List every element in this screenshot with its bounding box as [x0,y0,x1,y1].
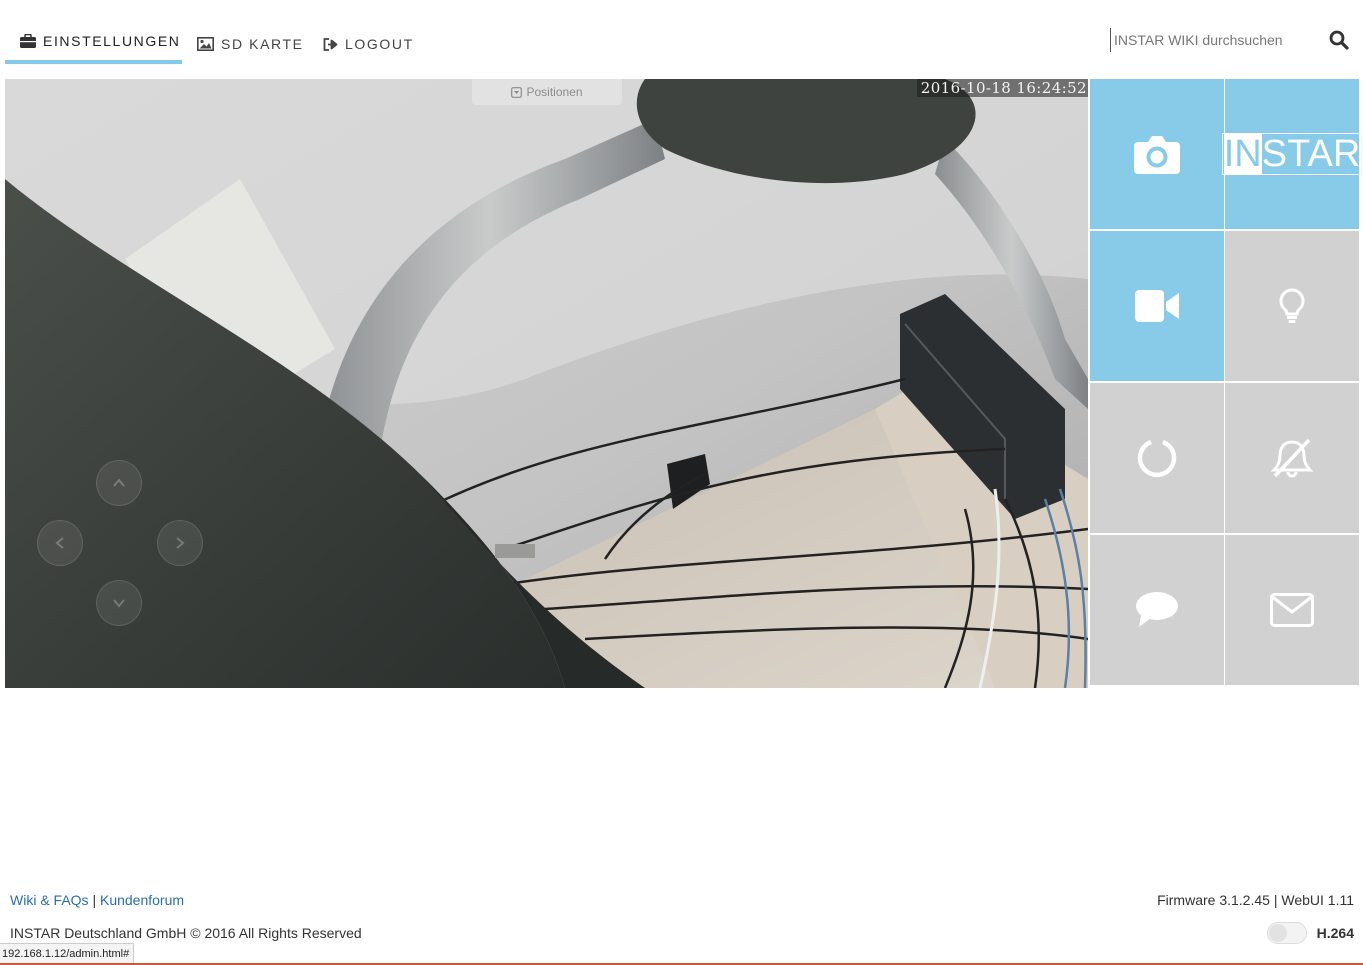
tab-logout[interactable]: LOGOUT [323,22,414,66]
wiki-search [1110,28,1355,54]
chevron-right-icon [176,537,185,549]
tab-sd-card[interactable]: SD KARTE [197,22,304,66]
camera-image [5,79,1088,688]
browser-status-url: 192.168.1.12/admin.html# [0,943,135,965]
customer-forum-link[interactable]: Kundenforum [100,892,184,908]
video-camera-icon [1135,290,1179,322]
search-input[interactable] [1110,28,1314,52]
snapshot-tile[interactable] [1090,79,1224,229]
quick-action-tiles: INSTAR [1090,79,1363,688]
codec-label: H.264 [1316,925,1354,941]
footer-links: Wiki & FAQs | Kundenforum [10,892,184,908]
briefcase-icon [20,34,36,48]
link-separator: | [92,892,97,908]
video-timestamp: 2016-10-18 16:24:52 [916,79,1088,97]
envelope-icon [1270,593,1314,627]
ptz-down-button[interactable] [96,580,142,626]
tab-logout-label: LOGOUT [345,36,414,52]
wiki-faq-link[interactable]: Wiki & FAQs [10,892,89,908]
chevron-up-icon [113,478,125,487]
ptz-up-button[interactable] [96,460,142,506]
webui-version: WebUI 1.11 [1281,892,1354,908]
firmware-version: Firmware 3.1.2.45 [1157,892,1270,908]
instar-logo-tile[interactable]: INSTAR [1221,79,1363,229]
codec-toggle[interactable] [1266,922,1307,944]
search-icon [1329,30,1349,50]
sign-out-icon [323,37,338,51]
speech-bubble-icon [1136,592,1178,627]
tab-settings-label: EINSTELLUNGEN [43,33,181,49]
caret-down-square-icon [511,86,523,98]
live-video-stream[interactable]: Positionen 2016-10-18 16:24:52 [5,79,1088,688]
reset-circle-icon [1137,439,1177,478]
top-navigation: EINSTELLUNGEN SD KARTE LOGOUT [5,0,1360,79]
image-icon [197,37,214,51]
positions-label: Positionen [526,85,583,99]
ptz-right-button[interactable] [157,520,203,566]
copyright-text: INSTAR Deutschland GmbH © 2016 All Right… [10,925,362,941]
chevron-left-icon [55,537,64,549]
ptz-left-button[interactable] [37,520,83,566]
feedback-tile[interactable] [1090,535,1224,685]
alarm-off-tile[interactable] [1225,383,1359,533]
reset-tile[interactable] [1090,383,1224,533]
codec-switch: H.264 [1266,920,1354,946]
version-separator: | [1273,892,1278,908]
record-video-tile[interactable] [1090,231,1224,381]
bell-slash-icon [1270,438,1314,478]
tab-settings[interactable]: EINSTELLUNGEN [5,22,182,64]
camera-icon [1134,136,1180,174]
positions-button[interactable]: Positionen [472,79,622,105]
instar-logo: INSTAR [1221,133,1363,175]
version-info: Firmware 3.1.2.45 | WebUI 1.11 [1157,892,1354,908]
email-tile[interactable] [1225,535,1359,685]
tab-sd-card-label: SD KARTE [221,36,304,52]
lightbulb-icon [1279,288,1305,323]
chevron-down-icon [113,599,125,608]
ir-light-tile[interactable] [1225,231,1359,381]
toggle-knob [1268,924,1287,942]
search-button[interactable] [1329,30,1351,52]
